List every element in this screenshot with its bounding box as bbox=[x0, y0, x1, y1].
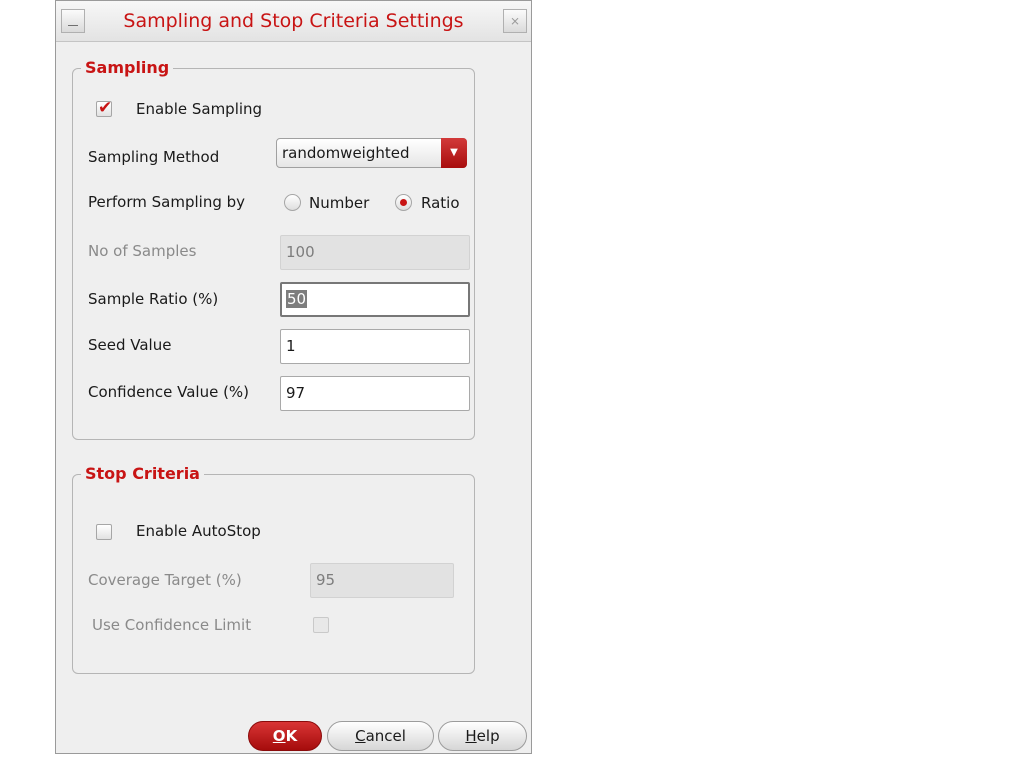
confidence-value-label: Confidence Value (%) bbox=[88, 383, 250, 401]
radio-ratio[interactable] bbox=[395, 194, 412, 211]
sampling-group-title: Sampling bbox=[81, 58, 174, 78]
help-button[interactable]: Help bbox=[438, 721, 527, 751]
close-icon[interactable]: ⨯ bbox=[503, 9, 527, 33]
radio-number[interactable] bbox=[284, 194, 301, 211]
num-samples-label: No of Samples bbox=[88, 242, 197, 260]
settings-dialog: Sampling and Stop Criteria Settings ⨯ Sa… bbox=[55, 0, 532, 754]
ok-button[interactable]: OK bbox=[248, 721, 322, 751]
radio-ratio-label: Ratio bbox=[421, 194, 460, 212]
cancel-button[interactable]: Cancel bbox=[327, 721, 434, 751]
cancel-label-rest: ancel bbox=[365, 727, 406, 745]
seed-value-label: Seed Value bbox=[88, 336, 172, 354]
sample-ratio-value: 50 bbox=[286, 290, 308, 308]
stop-criteria-group-title: Stop Criteria bbox=[81, 464, 204, 484]
coverage-target-label: Coverage Target (%) bbox=[88, 571, 242, 589]
checkmark-icon: ✔ bbox=[98, 98, 113, 118]
enable-sampling-label: Enable Sampling bbox=[136, 100, 263, 118]
ok-mnemonic: O bbox=[272, 727, 286, 745]
help-label-rest: elp bbox=[476, 727, 500, 745]
minimize-icon[interactable] bbox=[61, 9, 85, 33]
confidence-value-input[interactable]: 97 bbox=[280, 376, 470, 411]
sample-ratio-label: Sample Ratio (%) bbox=[88, 290, 219, 308]
coverage-target-input: 95 bbox=[310, 563, 454, 598]
help-mnemonic: H bbox=[465, 727, 477, 745]
num-samples-input: 100 bbox=[280, 235, 470, 270]
chevron-down-icon[interactable]: ▼ bbox=[441, 138, 467, 168]
sample-ratio-input[interactable]: 50 bbox=[280, 282, 470, 317]
sampling-method-dropdown[interactable]: randomweighted ▼ bbox=[276, 138, 467, 168]
use-confidence-limit-checkbox bbox=[313, 617, 329, 633]
perform-sampling-by-label: Perform Sampling by bbox=[88, 193, 246, 211]
ok-label-rest: K bbox=[285, 727, 298, 745]
sampling-method-value: randomweighted bbox=[282, 144, 410, 162]
title-bar[interactable]: Sampling and Stop Criteria Settings ⨯ bbox=[56, 1, 531, 42]
seed-value-input[interactable]: 1 bbox=[280, 329, 470, 364]
enable-autostop-label: Enable AutoStop bbox=[136, 522, 261, 540]
enable-autostop-checkbox[interactable] bbox=[96, 524, 112, 540]
cancel-mnemonic: C bbox=[355, 727, 366, 745]
use-confidence-limit-label: Use Confidence Limit bbox=[92, 616, 252, 634]
radio-number-label: Number bbox=[309, 194, 370, 212]
window-title: Sampling and Stop Criteria Settings bbox=[123, 10, 464, 32]
enable-sampling-checkbox[interactable]: ✔ bbox=[96, 98, 113, 118]
sampling-method-label: Sampling Method bbox=[88, 148, 220, 166]
